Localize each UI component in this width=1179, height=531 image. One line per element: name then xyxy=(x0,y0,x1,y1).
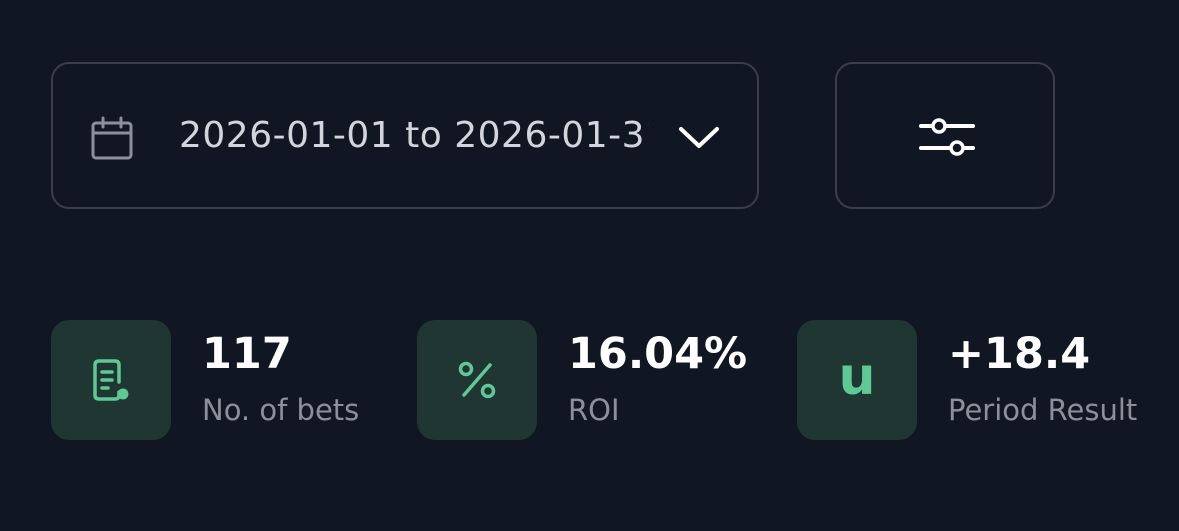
stat-tile: u xyxy=(797,320,917,440)
period-result-label: Period Result xyxy=(948,393,1138,427)
roi-value: 16.04% xyxy=(568,329,748,379)
date-range-value: 2026-01-01 to 2026-01-31 xyxy=(179,115,649,156)
units-icon: u xyxy=(838,347,876,407)
period-result-value: +18.4 xyxy=(948,329,1091,379)
bets-count: 117 xyxy=(202,329,292,379)
stat-tile xyxy=(51,320,171,440)
sliders-icon xyxy=(919,118,975,156)
receipt-icon xyxy=(93,359,129,401)
chevron-down-icon[interactable] xyxy=(677,122,721,152)
calendar-icon xyxy=(91,116,133,160)
roi-label: ROI xyxy=(568,393,620,427)
date-range-picker[interactable]: 2026-01-01 to 2026-01-31 xyxy=(51,62,759,209)
filter-button[interactable] xyxy=(835,62,1055,209)
bets-label: No. of bets xyxy=(202,393,360,427)
stat-tile xyxy=(417,320,537,440)
percent-icon xyxy=(458,361,496,399)
